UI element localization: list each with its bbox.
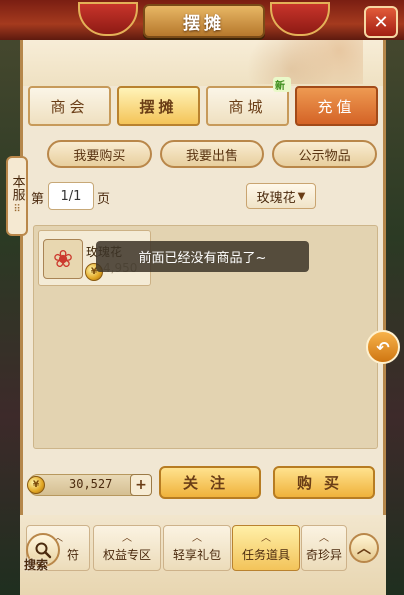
follow-button[interactable]: 关注 [159,466,261,499]
coin-icon: ¥ [27,476,45,494]
plus-icon: + [135,477,147,493]
title-plate: 摆摊 [143,4,265,38]
toast-message: 前面已经没有商品了~ [96,241,309,272]
chevron-up-icon: ︿ [192,532,202,544]
page-value: 1/1 [60,188,82,204]
tab-mall[interactable]: 商城 新 [206,77,291,126]
buy-button[interactable]: 购买 [273,466,375,499]
tab-stall[interactable]: 摆摊 [117,86,200,126]
subtab-label: 我要购买 [73,148,126,164]
tab-label: 商城 [228,97,267,116]
search-label: 搜索 [24,558,49,572]
subtab-buy[interactable]: 我要购买 [47,140,152,168]
filter-label: 玫瑰花 [256,190,296,206]
close-button[interactable]: ✕ [364,6,398,38]
chevron-up-icon: ︿ [319,532,329,544]
side-tab-label: 本服 [9,174,25,201]
balance-bar: ¥ 30,527 + [27,474,152,496]
buy-label: 购买 [296,474,351,492]
grip-icon: ⠿ [13,203,21,215]
category-label: 奇珍异 [305,547,342,562]
blossom-decoration [243,36,363,84]
page-prefix: 第 [31,192,45,207]
new-badge: 新 [273,77,291,92]
subtab-label: 公示物品 [298,148,351,164]
main-tabs: 商会 摆摊 商城 新 充值 [28,77,378,128]
category-tab-benefits[interactable]: ︿ 权益专区 [93,525,161,571]
tab-chamber[interactable]: 商会 [28,86,111,126]
subtab-public[interactable]: 公示物品 [272,140,378,168]
fan-decoration-left [78,2,138,36]
subtab-sell[interactable]: 我要出售 [159,140,265,168]
toast-text: 前面已经没有商品了~ [138,251,267,266]
banner [23,36,383,86]
tab-label: 充值 [317,97,356,116]
chevron-up-icon: ︿ [261,532,271,544]
balance-value: 30,527 [69,477,113,491]
category-tab-quest-items[interactable]: ︿ 任务道具 [232,525,300,571]
item-filter-dropdown[interactable]: 玫瑰花 ▼ [246,183,316,209]
close-icon: ✕ [373,11,389,33]
category-tab-rare[interactable]: ︿ 奇珍异 [301,525,347,571]
top-bar: 摆摊 ✕ [0,0,404,40]
page-input[interactable]: 1/1 [48,182,94,210]
rose-icon: ❀ [43,239,83,279]
left-scenery [0,0,22,595]
category-label: 轻享礼包 [172,547,221,562]
fan-decoration-right [270,2,330,36]
caret-down-icon: ▼ [297,190,306,202]
tab-label: 摆摊 [139,97,178,116]
category-label: 权益专区 [102,547,151,562]
undo-arrow-icon: ↶ [376,337,390,357]
chevron-up-icon: ︿ [357,541,371,557]
category-tab-giftpack[interactable]: ︿ 轻享礼包 [163,525,231,571]
chevron-up-icon: ︿ [122,532,132,544]
add-currency-button[interactable]: + [130,474,152,496]
server-side-tab[interactable]: 本服 ⠿ [6,156,28,236]
follow-label: 关注 [182,474,237,492]
sub-tabs: 我要购买 我要出售 公示物品 [47,140,378,168]
subtab-label: 我要出售 [186,148,239,164]
tab-label: 商会 [50,97,89,116]
page-suffix: 页 [97,192,111,207]
expand-up-button[interactable]: ︿ [349,533,379,563]
category-label: 任务道具 [241,547,290,562]
back-arrow-button[interactable]: ↶ [366,330,400,364]
page-title: 摆摊 [183,13,225,34]
tab-recharge[interactable]: 充值 [295,86,378,126]
